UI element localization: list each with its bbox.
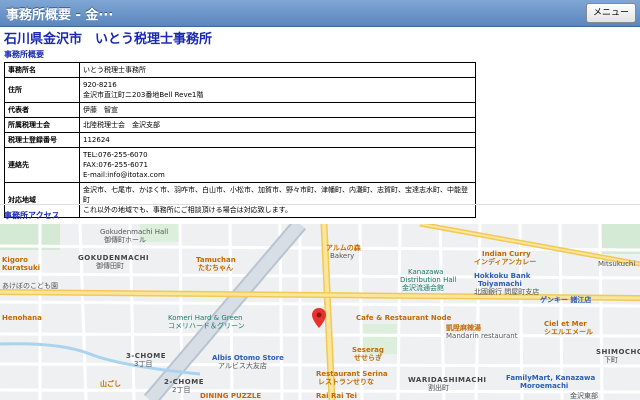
info-row: 連絡先 TEL:076-255-6070 FAX:076-255-6071 E-mai… — [4, 147, 476, 183]
map-place-label[interactable]: Distribution Hall — [400, 276, 457, 284]
info-value-line: 112624 — [83, 136, 110, 144]
info-row-value: 北陸税理士会 金沢支部 — [79, 117, 476, 133]
map-place-label[interactable]: Ciel et Mer — [544, 320, 587, 328]
info-row-label: 連絡先 — [4, 147, 80, 183]
overview-heading: 事務所概要 — [4, 50, 44, 59]
map-place-label[interactable]: インディアンカレー — [474, 258, 536, 266]
map-place-label[interactable]: 3丁目 — [134, 360, 152, 368]
info-value-line: 北陸税理士会 金沢支部 — [83, 121, 160, 129]
map-place-label[interactable]: 2-CHOME — [164, 378, 204, 386]
map-place-label[interactable]: DINING PUZZLE — [200, 392, 261, 400]
map-place-label[interactable]: 山ごし — [100, 380, 121, 388]
map-place-label[interactable]: Henohana — [2, 314, 42, 322]
map-place-label[interactable]: 金沢流通会館 — [402, 284, 444, 292]
map-place-label[interactable]: Cafe & Restaurant Node — [356, 314, 451, 322]
info-row: 事務所名 いとう税理士事務所 — [4, 62, 476, 78]
info-row: 税理士登録番号 112624 — [4, 132, 476, 148]
map-place-label[interactable]: コメリハード＆グリーン — [168, 322, 245, 330]
map-place-label[interactable]: Mitsukuchi — [598, 260, 635, 268]
info-value-line: 伊藤 智宣 — [83, 106, 118, 114]
info-row-value: 112624 — [79, 132, 476, 148]
map-place-label[interactable]: 御傳田町 — [96, 262, 124, 270]
menu-button[interactable]: メニュー — [585, 3, 636, 23]
map-place-label[interactable]: GOKUDENMACHI — [78, 254, 149, 262]
map-place-label[interactable]: 3-CHOME — [126, 352, 166, 360]
title-bar: 事務所概要 - 金··· メニュー — [0, 0, 640, 27]
office-info-table: 事務所名 いとう税理士事務所 住所 920-8216 金沢市直江町ニ203番地Bell … — [4, 62, 476, 218]
map-place-label[interactable]: 2丁目 — [172, 386, 190, 394]
map-place-label[interactable]: 御傳町ホール — [104, 236, 146, 244]
info-value-line: FAX:076-255-6071 — [83, 161, 148, 169]
map-place-label[interactable]: Kanazawa — [408, 268, 443, 276]
map-place-label[interactable]: 凱陞麻辣湯 — [446, 324, 481, 332]
map-place-label[interactable]: Restaurant Serina — [316, 370, 388, 378]
info-row: 代表者 伊藤 智宣 — [4, 102, 476, 118]
map-place-label[interactable]: Moroemachi — [520, 382, 568, 390]
map-place-label[interactable]: せせらぎ — [354, 354, 382, 362]
access-heading: 事務所アクセス — [4, 211, 60, 220]
info-value-line: 920-8216 — [83, 81, 117, 89]
map-place-label[interactable]: Mandarin restaurant — [446, 332, 517, 340]
map-place-label[interactable]: FamilyMart, Kanazawa — [506, 374, 595, 382]
map-place-label[interactable]: Indian Curry — [482, 250, 531, 258]
map-place-label[interactable]: 下町 — [604, 356, 618, 364]
office-title: 石川県金沢市 いとう税理士事務所 — [4, 32, 213, 47]
map-place-label[interactable]: Gokudenmachi Hall — [100, 228, 168, 236]
map-place-label[interactable]: ゲンキー 諸江店 — [540, 296, 591, 304]
map-place-label[interactable]: Seserag — [352, 346, 384, 354]
map-place-label[interactable]: WARIDASHIMACHI — [408, 376, 487, 384]
map-place-label[interactable]: Hokkoku Bank — [474, 272, 530, 280]
map-place-label[interactable]: Kuratsuki — [2, 264, 40, 272]
map-place-label[interactable]: Komeri Hard & Green — [168, 314, 243, 322]
info-row: 住所 920-8216 金沢市直江町ニ203番地Bell Reve1階 — [4, 77, 476, 103]
section-divider — [0, 204, 640, 205]
info-row-label: 税理士登録番号 — [4, 132, 80, 148]
access-map[interactable]: Gokudenmachi Hall 御傳町ホール Tamuchan たむちゃん GOKU… — [0, 224, 640, 400]
map-place-label[interactable]: 割出町 — [428, 384, 449, 392]
map-place-label[interactable]: Kigoro — [2, 256, 28, 264]
map-place-label[interactable]: Bakery — [330, 252, 354, 260]
info-row: 所属税理士会 北陸税理士会 金沢支部 — [4, 117, 476, 133]
info-row-value: 920-8216 金沢市直江町ニ203番地Bell Reve1階 — [79, 77, 476, 103]
info-row-value: いとう税理士事務所 — [79, 62, 476, 78]
map-place-label[interactable]: 金沢東部 — [570, 392, 598, 400]
map-place-label[interactable]: 北國銀行 問屋町支店 — [474, 288, 539, 296]
map-place-label[interactable]: レストランせりな — [318, 378, 374, 386]
info-value-line: いとう税理士事務所 — [83, 66, 146, 74]
map-place-label[interactable]: Tamuchan — [196, 256, 236, 264]
info-value-line: 金沢市直江町ニ203番地Bell Reve1階 — [83, 91, 204, 99]
info-row-label: 住所 — [4, 77, 80, 103]
map-place-label[interactable]: アルムの森 — [326, 244, 361, 252]
info-value-line: E-mail:info@itotax.com — [83, 171, 165, 179]
info-value-line: TEL:076-255-6070 — [83, 151, 148, 159]
info-row-value: 伊藤 智宣 — [79, 102, 476, 118]
map-place-label[interactable]: SHIMOCHO — [596, 348, 640, 356]
map-place-label[interactable]: Toiyamachi — [478, 280, 522, 288]
map-place-label[interactable]: シエルエメール — [544, 328, 593, 336]
info-value-line: これ以外の地域でも、事務所にご相談頂ける場合は対応致します。 — [83, 206, 292, 214]
map-place-label[interactable]: アルビス大友店 — [218, 362, 267, 370]
info-value-line: 金沢市、七尾市、かほく市、羽咋市、白山市、小松市、加賀市、野々市町、津幡町、内灘… — [83, 186, 468, 204]
info-row-value: TEL:076-255-6070 FAX:076-255-6071 E-mail:i… — [79, 147, 476, 183]
map-place-label[interactable]: Albis Otomo Store — [212, 354, 284, 362]
map-place-label[interactable]: Rai Rai Tei — [316, 392, 357, 400]
info-row-label: 代表者 — [4, 102, 80, 118]
info-row: 対応地域 金沢市、七尾市、かほく市、羽咋市、白山市、小松市、加賀市、野々市町、津幡… — [4, 182, 476, 218]
map-place-label[interactable]: あけぼのこども園 — [2, 282, 58, 290]
map-place-label[interactable]: たむちゃん — [198, 264, 233, 272]
info-row-label: 所属税理士会 — [4, 117, 80, 133]
info-row-label: 事務所名 — [4, 62, 80, 78]
page-header-title: 事務所概要 - 金··· — [6, 8, 114, 23]
info-row-value: 金沢市、七尾市、かほく市、羽咋市、白山市、小松市、加賀市、野々市町、津幡町、内灘… — [79, 182, 476, 218]
